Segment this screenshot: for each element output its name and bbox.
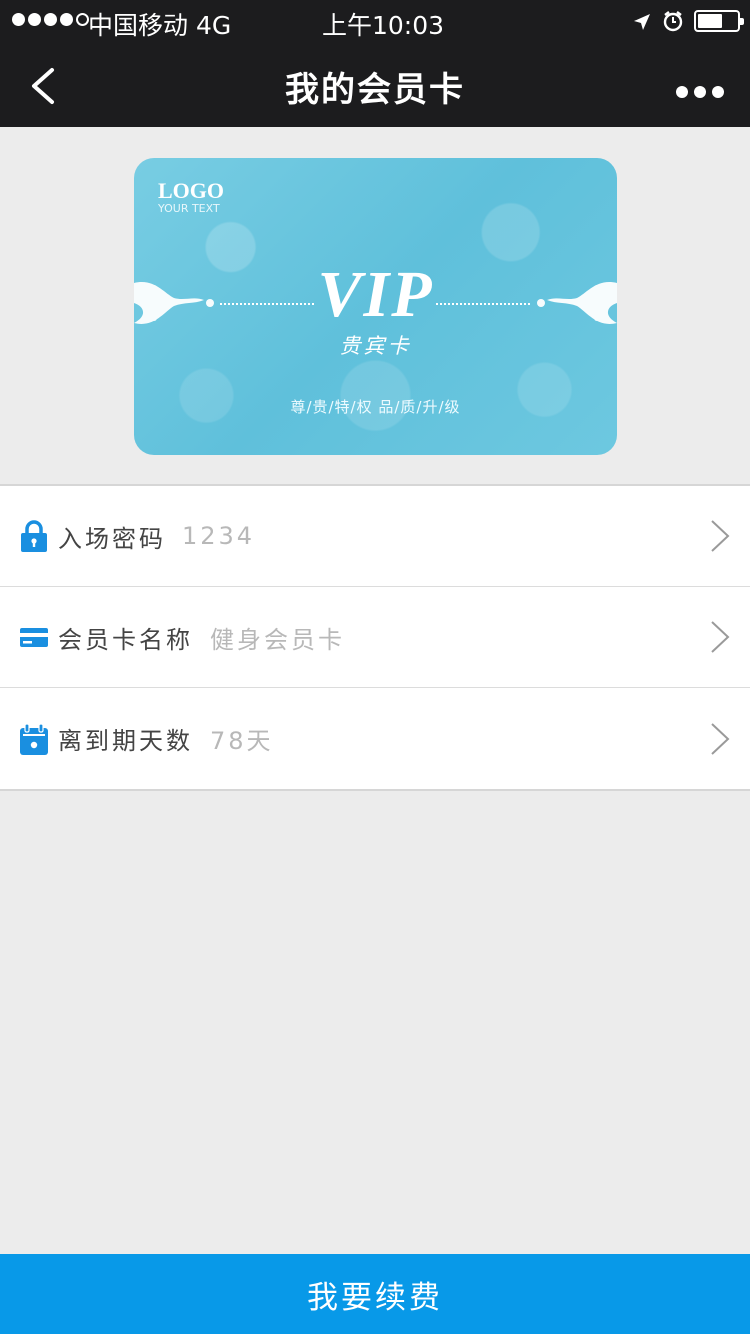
location-arrow-icon bbox=[634, 14, 650, 30]
row-label: 入场密码 bbox=[58, 524, 166, 553]
carrier-label: 中国移动 4G bbox=[88, 11, 232, 40]
chevron-right-icon bbox=[711, 621, 730, 653]
row-value: 78天 bbox=[210, 727, 274, 755]
calendar-icon bbox=[20, 722, 48, 755]
signal-strength-icon bbox=[12, 13, 89, 26]
row-label: 会员卡名称 bbox=[58, 625, 193, 654]
card-logo: LOGO bbox=[158, 178, 225, 203]
card-info-list: 入场密码 1234 会员卡名称 健身会员卡 离到期天数 78天 bbox=[0, 484, 750, 791]
row-value: 1234 bbox=[182, 522, 256, 550]
card-icon bbox=[20, 628, 48, 647]
card-slogan: 尊/贵/特/权 品/质/升/级 bbox=[290, 398, 461, 416]
status-time: 上午10:03 bbox=[322, 11, 445, 40]
row-value: 健身会员卡 bbox=[210, 625, 345, 654]
list-item-days-remaining[interactable]: 离到期天数 78天 bbox=[0, 688, 750, 789]
row-label: 离到期天数 bbox=[58, 727, 193, 755]
membership-card-screen: 中国移动 4G 上午10:03 我的会员卡 LOGO YOUR TEXT VIP… bbox=[0, 0, 750, 1334]
card-subtitle: 贵宾卡 bbox=[339, 334, 412, 358]
lock-icon bbox=[21, 520, 47, 552]
card-logo-subtext: YOUR TEXT bbox=[158, 202, 220, 215]
vip-card-image: LOGO YOUR TEXT VIP 贵宾卡 尊/贵/特/权 品/质/升/级 bbox=[134, 158, 617, 455]
top-bar: 中国移动 4G 上午10:03 我的会员卡 bbox=[0, 0, 750, 127]
more-options-icon[interactable] bbox=[676, 86, 724, 98]
list-item-card-name[interactable]: 会员卡名称 健身会员卡 bbox=[0, 587, 750, 688]
chevron-right-icon bbox=[711, 520, 730, 552]
card-section: LOGO YOUR TEXT VIP 贵宾卡 尊/贵/特/权 品/质/升/级 bbox=[0, 127, 750, 484]
page-title: 我的会员卡 bbox=[285, 70, 465, 110]
renew-button[interactable]: 我要续费 bbox=[0, 1254, 750, 1334]
alarm-icon bbox=[663, 11, 683, 32]
battery-icon bbox=[694, 10, 744, 32]
card-title: VIP bbox=[317, 258, 434, 331]
chevron-right-icon bbox=[711, 722, 730, 755]
status-bar: 中国移动 4G 上午10:03 bbox=[0, 0, 750, 42]
list-item-entry-password[interactable]: 入场密码 1234 bbox=[0, 486, 750, 587]
